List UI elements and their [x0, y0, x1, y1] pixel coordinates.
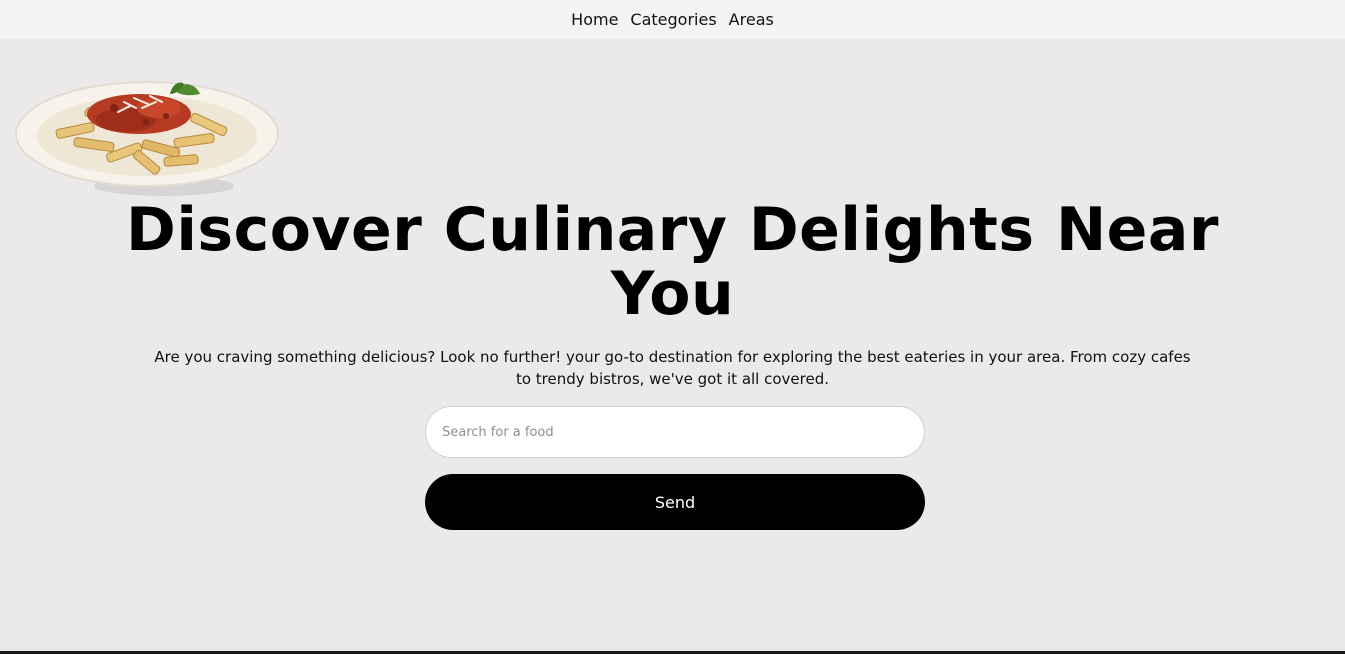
pasta-plate-image [15, 81, 279, 196]
nav-link-areas[interactable]: Areas [729, 10, 774, 29]
nav-link-categories[interactable]: Categories [630, 10, 716, 29]
hero-description: Are you craving something delicious? Loo… [154, 348, 1191, 388]
hero-title: Discover Culinary Delights Near You [0, 198, 1345, 326]
send-button[interactable]: Send [425, 474, 925, 530]
search-input[interactable] [425, 406, 925, 458]
hero-title-line-1: Discover Culinary Delights Near [126, 195, 1219, 265]
hero-title-line-2: You [610, 259, 735, 329]
nav-link-home[interactable]: Home [571, 10, 618, 29]
top-navbar: Home Categories Areas [0, 0, 1345, 39]
